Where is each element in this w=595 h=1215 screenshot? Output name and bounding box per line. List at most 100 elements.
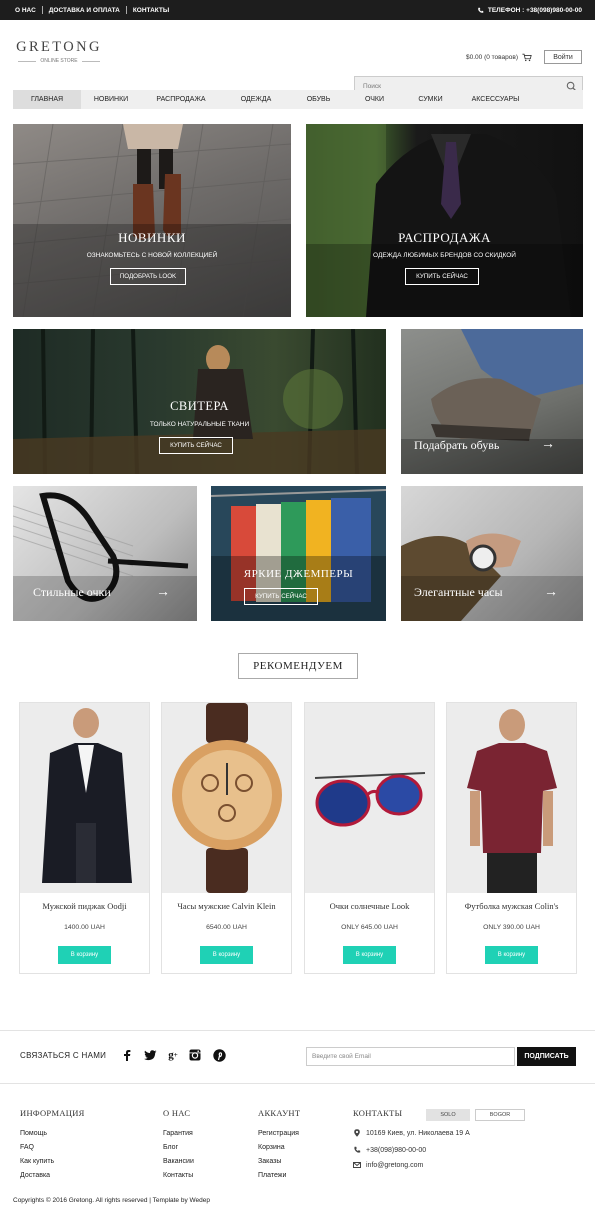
contact-email[interactable]: info@gretong.com <box>353 1161 423 1169</box>
banner-new-subtitle: ОЗНАКОМЬТЕСЬ С НОВОЙ КОЛЛЕКЦИЕЙ <box>86 252 218 259</box>
banner-new[interactable]: НОВИНКИ ОЗНАКОМЬТЕСЬ С НОВОЙ КОЛЛЕКЦИЕЙ … <box>13 124 291 317</box>
arrow-right-icon[interactable]: → <box>156 583 170 599</box>
banner-watches[interactable]: Элегантные часы → <box>401 486 583 621</box>
banner-sweaters-subtitle: ТОЛЬКО НАТУРАЛЬНЫЕ ТКАНИ <box>149 421 250 428</box>
footer-heading: ИНФОРМАЦИЯ <box>20 1108 85 1118</box>
banner-sweaters[interactable]: СВИТЕРА ТОЛЬКО НАТУРАЛЬНЫЕ ТКАНИ КУПИТЬ … <box>13 329 386 474</box>
section-title-recommended: РЕКОМЕНДУЕМ <box>238 653 358 679</box>
top-phone: ТЕЛЕФОН : +38(098)980-00-00 <box>477 7 582 14</box>
nav-item-new[interactable]: НОВИНКИ <box>81 90 141 109</box>
product-card[interactable]: Мужской пиджак Oodji 1400.00 UAH В корзи… <box>19 702 150 974</box>
pinterest-icon[interactable] <box>212 1048 226 1062</box>
facebook-icon[interactable] <box>120 1048 134 1062</box>
product-name[interactable]: Мужской пиджак Oodji <box>20 901 149 911</box>
email-field[interactable]: Введите свой Email <box>306 1047 515 1066</box>
subscribe-bar: СВЯЗАТЬСЯ С НАМИ g + Введите свой Email П… <box>0 1030 595 1084</box>
footer-heading: КОНТАКТЫ <box>353 1108 403 1118</box>
footer-column-account: АККАУНТ Регистрация Корзина Заказы Плате… <box>258 1108 300 1183</box>
footer-link[interactable]: Контакты <box>163 1169 194 1183</box>
logo[interactable]: GRETONG ONLINE STORE <box>13 39 105 64</box>
product-image[interactable] <box>447 703 576 893</box>
phone-text: +38(098)980-00-00 <box>366 1146 427 1154</box>
banner-sweaters-title: СВИТЕРА <box>170 399 229 413</box>
nav-item-accessories[interactable]: АКСЕССУАРЫ <box>458 90 533 109</box>
banner-shoes[interactable]: Подабрать обувь → <box>401 329 583 474</box>
footer-link[interactable]: Как купить <box>20 1155 85 1169</box>
nav-item-home[interactable]: ГЛАВНАЯ <box>13 90 81 109</box>
product-name[interactable]: Часы мужские Calvin Klein <box>162 901 291 911</box>
instagram-icon[interactable] <box>188 1048 202 1062</box>
add-to-cart-button[interactable]: В корзину <box>343 946 396 964</box>
tab-bogor[interactable]: BOGOR <box>475 1109 525 1121</box>
footer-link[interactable]: Блог <box>163 1141 194 1155</box>
footer-link[interactable]: FAQ <box>20 1141 85 1155</box>
add-to-cart-button[interactable]: В корзину <box>58 946 111 964</box>
footer-link[interactable]: Заказы <box>258 1155 300 1169</box>
search-placeholder: Поиск <box>363 82 382 90</box>
product-image-jacket <box>20 703 149 893</box>
banner-sale-image <box>306 124 583 317</box>
product-card[interactable]: Часы мужские Calvin Klein 6540.00 UAH В … <box>161 702 292 974</box>
footer-link[interactable]: Регистрация <box>258 1127 300 1141</box>
nav-item-clothes[interactable]: ОДЕЖДА <box>221 90 291 109</box>
footer-link[interactable]: Помощь <box>20 1127 85 1141</box>
top-link-about[interactable]: О НАС <box>13 7 42 14</box>
product-name[interactable]: Очки солнечные Look <box>305 901 434 911</box>
product-image-watch <box>162 703 291 893</box>
cart-icon <box>522 53 532 62</box>
google-plus-icon[interactable]: g + <box>166 1048 180 1062</box>
product-image[interactable] <box>20 703 149 893</box>
arrow-right-icon[interactable]: → <box>544 583 558 599</box>
banner-sale-button[interactable]: КУПИТЬ СЕЙЧАС <box>405 268 479 285</box>
footer-link[interactable]: Доставка <box>20 1169 85 1183</box>
top-links: О НАС ДОСТАВКА И ОПЛАТА КОНТАКТЫ <box>13 6 175 14</box>
product-name[interactable]: Футболка мужская Colin's <box>447 901 576 911</box>
cart-summary[interactable]: $0.00 (0 товаров) <box>466 53 532 62</box>
product-price: ONLY 390.00 UAH <box>483 924 540 931</box>
arrow-right-icon[interactable]: → <box>541 435 555 451</box>
product-image[interactable] <box>305 703 434 893</box>
address-text: 10169 Киев, ул. Николаева 19 А <box>366 1129 470 1137</box>
contact-phone: +38(098)980-00-00 <box>353 1146 426 1154</box>
banner-jumpers-button[interactable]: КУПИТЬ СЕЙЧАС <box>244 588 318 605</box>
email-text[interactable]: info@gretong.com <box>366 1162 423 1169</box>
nav-item-bags[interactable]: СУМКИ <box>403 90 458 109</box>
banner-new-title: НОВИНКИ <box>118 230 186 245</box>
banner-new-button[interactable]: ПОДОБРАТЬ LOOK <box>110 268 186 285</box>
product-image-tshirt <box>447 703 576 893</box>
top-link-delivery[interactable]: ДОСТАВКА И ОПЛАТА <box>43 7 126 14</box>
twitter-icon[interactable] <box>143 1048 157 1062</box>
product-card[interactable]: Очки солнечные Look ONLY 645.00 UAH В ко… <box>304 702 435 974</box>
footer-column-about: О НАС Гарантия Блог Вакансии Контакты <box>163 1108 194 1183</box>
nav-item-glasses[interactable]: ОЧКИ <box>346 90 403 109</box>
banner-sale[interactable]: РАСПРОДАЖА ОДЕЖДА ЛЮБИМЫХ БРЕНДОВ СО СКИ… <box>306 124 583 317</box>
tab-solo[interactable]: SOLO <box>426 1109 470 1121</box>
banner-watches-image <box>401 533 583 621</box>
banner-glasses[interactable]: Стильные очки → <box>13 486 197 621</box>
nav-item-shoes[interactable]: ОБУВЬ <box>291 90 346 109</box>
footer-link[interactable]: Вакансии <box>163 1155 194 1169</box>
top-link-contacts[interactable]: КОНТАКТЫ <box>127 7 175 14</box>
banner-jumpers[interactable]: ЯРКИЕ ДЖЕМПЕРЫ КУПИТЬ СЕЙЧАС <box>211 486 386 621</box>
copyright-text: Copyrights © 2016 Gretong. All rights re… <box>13 1197 211 1204</box>
banner-shoes-caption: Подабрать обувь <box>414 438 500 452</box>
add-to-cart-button[interactable]: В корзину <box>200 946 253 964</box>
email-placeholder: Введите свой Email <box>312 1053 371 1060</box>
nav-item-sale[interactable]: РАСПРОДАЖА <box>141 90 221 109</box>
footer-link[interactable]: Платежи <box>258 1169 300 1183</box>
footer-link[interactable]: Гарантия <box>163 1127 194 1141</box>
product-card[interactable]: Футболка мужская Colin's ONLY 390.00 UAH… <box>446 702 577 974</box>
contact-address: 10169 Киев, ул. Николаева 19 А <box>353 1129 470 1137</box>
footer-column-contacts: КОНТАКТЫ <box>353 1108 402 1127</box>
subscribe-button[interactable]: ПОДПИСАТЬ <box>517 1047 576 1066</box>
login-button[interactable]: Войти <box>544 50 582 64</box>
footer-column-info: ИНФОРМАЦИЯ Помощь FAQ Как купить Доставк… <box>20 1108 85 1183</box>
envelope-icon <box>353 1162 361 1168</box>
add-to-cart-button[interactable]: В корзину <box>485 946 538 964</box>
logo-name: GRETONG <box>16 39 102 55</box>
banner-sweaters-button[interactable]: КУПИТЬ СЕЙЧАС <box>159 437 233 454</box>
footer-link[interactable]: Корзина <box>258 1141 300 1155</box>
phone-icon <box>478 7 484 13</box>
cart-text: $0.00 (0 товаров) <box>466 54 519 61</box>
product-image[interactable] <box>162 703 291 893</box>
